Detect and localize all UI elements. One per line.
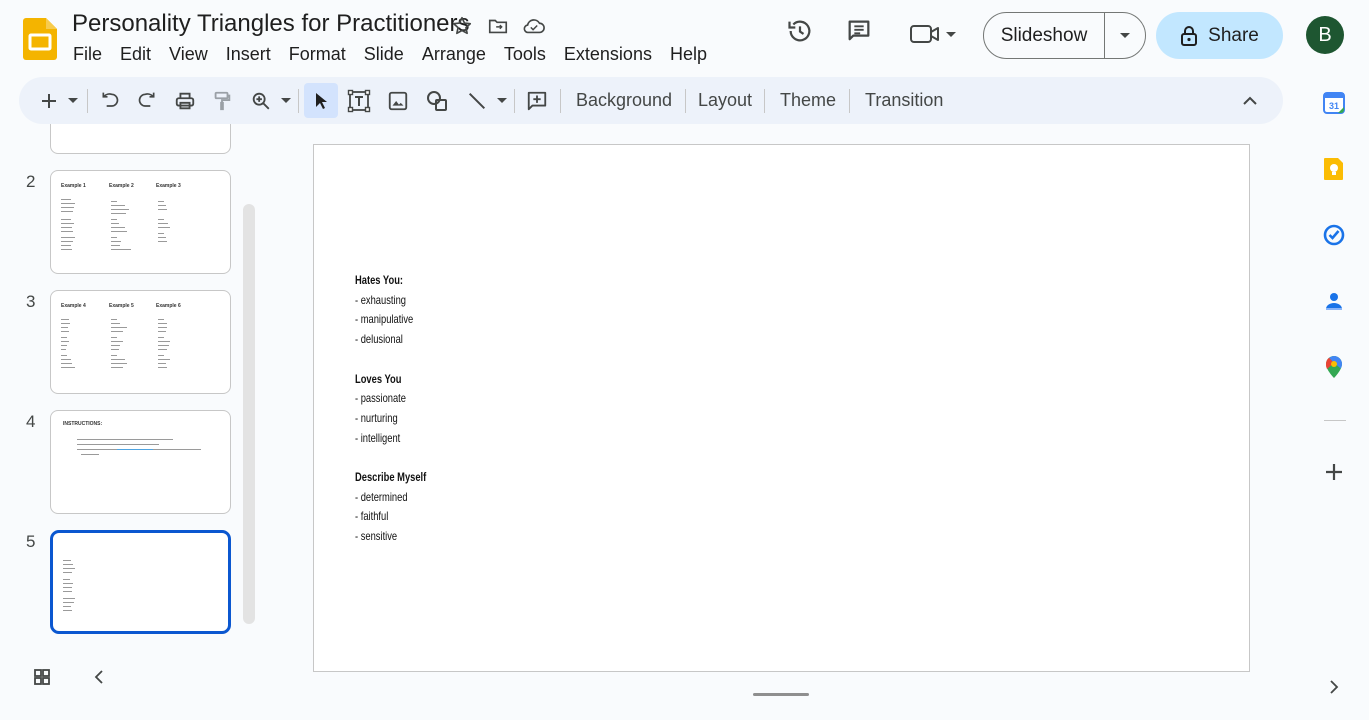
document-title[interactable]: Personality Triangles for Practitioners [72, 10, 470, 38]
redo-icon[interactable] [132, 77, 162, 124]
list-item: - determined [355, 489, 408, 504]
toolbar: Background Layout Theme Transition [19, 77, 1283, 124]
grid-view-icon[interactable] [31, 666, 53, 688]
collapse-filmstrip-icon[interactable] [88, 666, 110, 688]
zoom-icon[interactable] [246, 77, 276, 124]
cloud-saved-icon[interactable] [522, 14, 546, 38]
undo-icon[interactable] [95, 77, 125, 124]
thumb-header: Example 2 [109, 183, 134, 189]
transition-button[interactable]: Transition [865, 77, 943, 124]
new-slide-dropdown-icon[interactable] [63, 77, 83, 124]
list-item: - intelligent [355, 430, 401, 445]
thumb-heading: INSTRUCTIONS: [63, 421, 103, 427]
image-icon[interactable] [383, 77, 413, 124]
menu-bar: File Edit View Insert Format Slide Arran… [64, 42, 716, 66]
avatar[interactable]: B [1306, 16, 1344, 54]
title-icons [450, 14, 546, 38]
menu-help[interactable]: Help [661, 42, 716, 66]
filmstrip: 2 Example 1 Example 2 Example 3 3 Exampl… [0, 124, 260, 644]
slides-app: Personality Triangles for Practitioners … [0, 0, 1369, 720]
slide-canvas[interactable]: Hates You: - exhausting - manipulative -… [313, 144, 1250, 672]
list-item: - delusional [355, 332, 403, 347]
text-box-icon[interactable] [344, 77, 374, 124]
thumb-header: Example 1 [61, 183, 86, 189]
star-icon[interactable] [450, 14, 474, 38]
thumb-header: Example 6 [156, 303, 181, 309]
slide-thumbnail-4[interactable]: INSTRUCTIONS: [50, 410, 231, 514]
new-slide-icon[interactable] [35, 77, 63, 124]
svg-text:31: 31 [1329, 101, 1339, 111]
slide-number: 2 [26, 172, 36, 191]
list-item: - sensitive [355, 529, 398, 544]
comments-icon[interactable] [845, 17, 873, 50]
background-button[interactable]: Background [576, 77, 672, 124]
speaker-notes-handle[interactable] [753, 693, 809, 696]
slide-text-box[interactable]: Hates You: - exhausting - manipulative -… [355, 271, 426, 547]
list-item: - passionate [355, 391, 406, 406]
maps-icon[interactable] [1321, 354, 1347, 380]
menu-tools[interactable]: Tools [495, 42, 555, 66]
slide-thumbnail-5[interactable] [50, 530, 231, 634]
share-label: Share [1208, 24, 1259, 46]
move-folder-icon[interactable] [486, 14, 510, 38]
filmstrip-scrollbar[interactable] [243, 204, 255, 624]
thumb-header: Example 5 [109, 303, 134, 309]
menu-slide[interactable]: Slide [355, 42, 413, 66]
slideshow-dropdown-icon[interactable] [1105, 13, 1145, 58]
lock-icon [1181, 25, 1198, 46]
menu-insert[interactable]: Insert [217, 42, 280, 66]
list-item: - nurturing [355, 410, 398, 425]
slide-thumbnail-3[interactable]: Example 4 Example 5 Example 6 [50, 290, 231, 394]
slides-logo-icon[interactable] [23, 18, 57, 60]
video-call-icon[interactable] [908, 21, 960, 52]
menu-format[interactable]: Format [280, 42, 355, 66]
section-heading: Loves You [355, 371, 402, 386]
slide-thumbnail-2[interactable]: Example 1 Example 2 Example 3 [50, 170, 231, 274]
add-icon[interactable] [1321, 459, 1347, 485]
menu-view[interactable]: View [160, 42, 217, 66]
side-panel: 31 [1300, 80, 1369, 720]
line-dropdown-icon[interactable] [492, 77, 512, 124]
contacts-icon[interactable] [1321, 288, 1347, 314]
slide-number: 5 [26, 532, 36, 551]
menu-file[interactable]: File [64, 42, 111, 66]
slideshow-button[interactable]: Slideshow [983, 12, 1146, 59]
slideshow-label[interactable]: Slideshow [984, 13, 1105, 58]
print-icon[interactable] [170, 77, 200, 124]
menu-extensions[interactable]: Extensions [555, 42, 661, 66]
calendar-icon[interactable]: 31 [1321, 90, 1347, 116]
paint-format-icon[interactable] [207, 77, 237, 124]
section-heading: Describe Myself [355, 470, 427, 484]
add-comment-icon[interactable] [522, 77, 552, 124]
share-button[interactable]: Share [1156, 12, 1283, 59]
zoom-dropdown-icon[interactable] [276, 77, 296, 124]
expand-panel-icon[interactable] [1321, 674, 1347, 700]
slide-thumbnail-1[interactable] [50, 124, 231, 154]
layout-button[interactable]: Layout [698, 77, 752, 124]
tasks-icon[interactable] [1321, 222, 1347, 248]
select-tool-icon[interactable] [304, 83, 338, 118]
menu-arrange[interactable]: Arrange [413, 42, 495, 66]
thumb-header: Example 4 [61, 303, 86, 309]
list-item: - manipulative [355, 312, 414, 327]
slide-number: 3 [26, 292, 36, 311]
shape-icon[interactable] [422, 77, 452, 124]
line-icon[interactable] [462, 77, 492, 124]
thumb-header: Example 3 [156, 183, 181, 189]
menu-edit[interactable]: Edit [111, 42, 160, 66]
theme-button[interactable]: Theme [780, 77, 836, 124]
history-icon[interactable] [786, 17, 814, 50]
keep-icon[interactable] [1321, 156, 1347, 182]
list-item: - exhausting [355, 292, 406, 307]
slide-number: 4 [26, 412, 36, 431]
collapse-toolbar-icon[interactable] [1237, 77, 1263, 124]
section-heading: Hates You: [355, 273, 404, 287]
list-item: - faithful [355, 509, 389, 524]
